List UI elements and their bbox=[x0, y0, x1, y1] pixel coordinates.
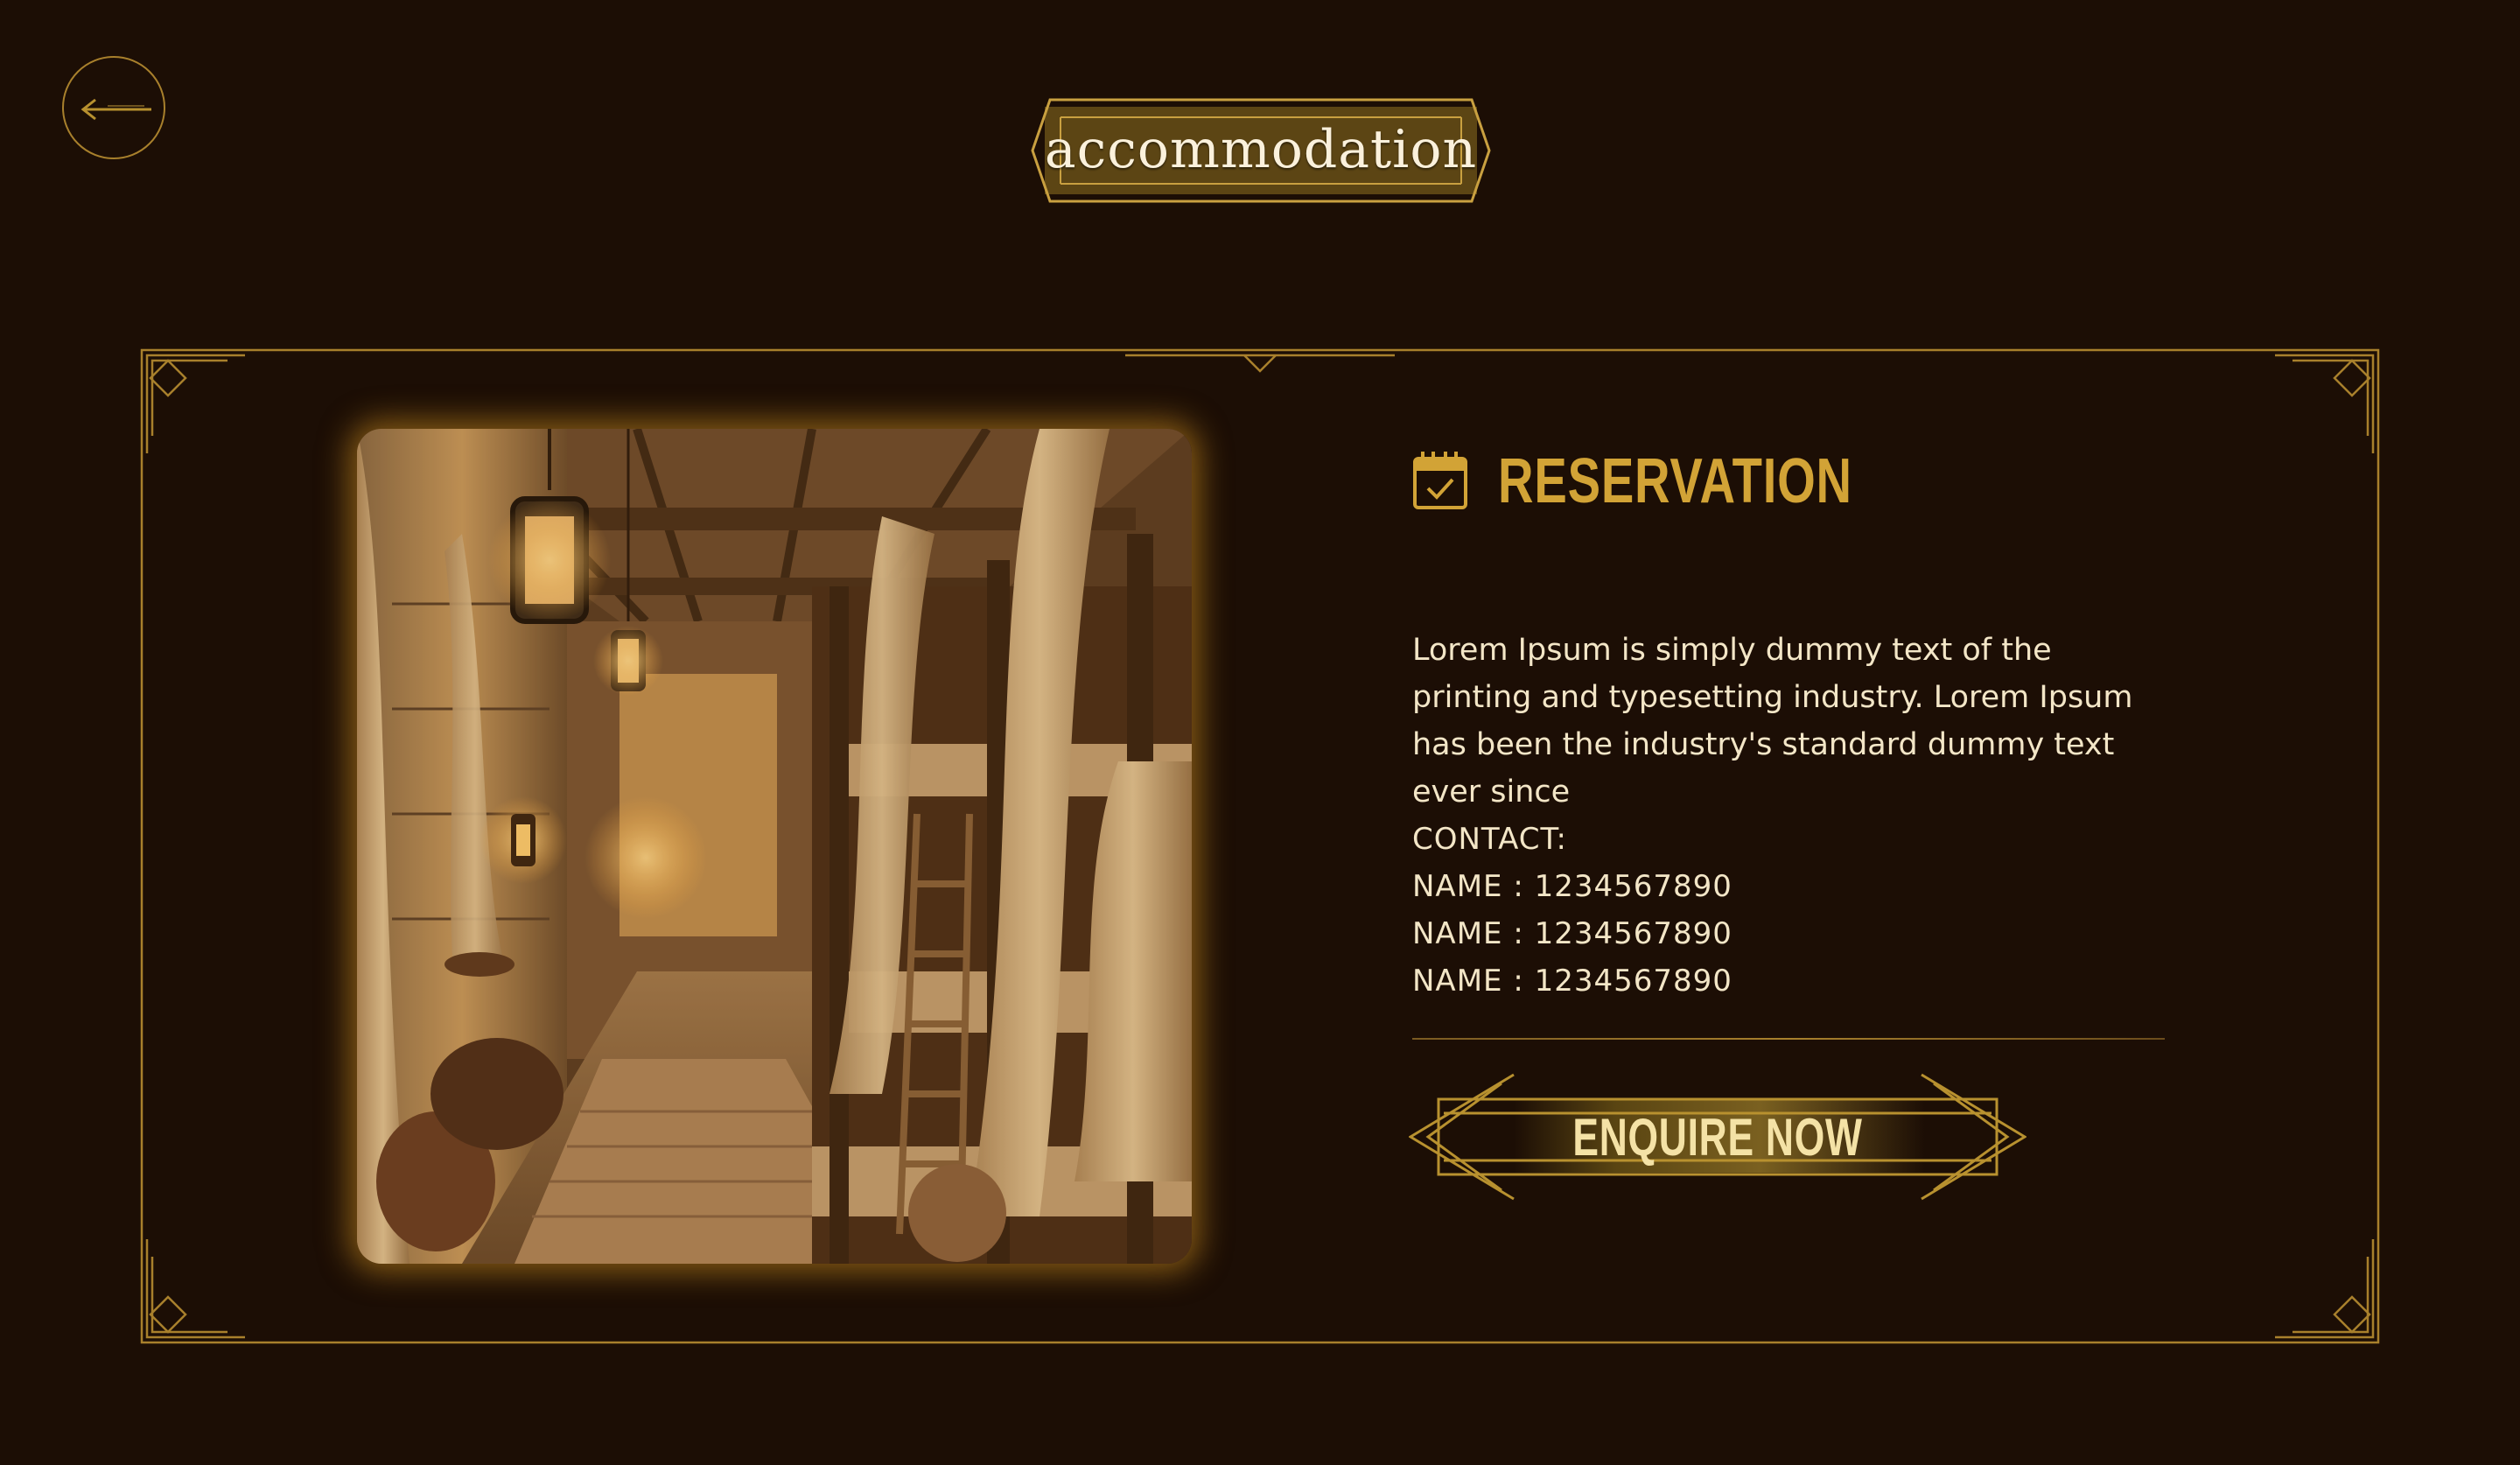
contact-item: NAME : 1234567890 bbox=[1412, 964, 1732, 999]
dormitory-image bbox=[357, 429, 1192, 1264]
enquire-now-button[interactable]: ENQUIRE NOW bbox=[1409, 1073, 2026, 1201]
page-title-badge: accommodation bbox=[1031, 96, 1491, 205]
contact-label: CONTACT: bbox=[1412, 822, 1567, 857]
contact-item: NAME : 1234567890 bbox=[1412, 916, 1732, 951]
arrow-left-icon bbox=[80, 98, 151, 121]
reservation-description: Lorem Ipsum is simply dummy text of the … bbox=[1412, 633, 2133, 810]
reservation-title: RESERVATION bbox=[1498, 446, 1852, 516]
section-divider bbox=[1412, 1038, 2165, 1040]
back-button[interactable] bbox=[62, 56, 165, 159]
contact-item: NAME : 1234567890 bbox=[1412, 869, 1732, 904]
contact-block: CONTACT: NAME : 1234567890 NAME : 123456… bbox=[1412, 816, 1732, 1005]
calendar-check-icon bbox=[1413, 452, 1467, 509]
page-title: accommodation bbox=[1044, 119, 1478, 180]
enquire-now-label: ENQUIRE NOW bbox=[1572, 1108, 1863, 1167]
